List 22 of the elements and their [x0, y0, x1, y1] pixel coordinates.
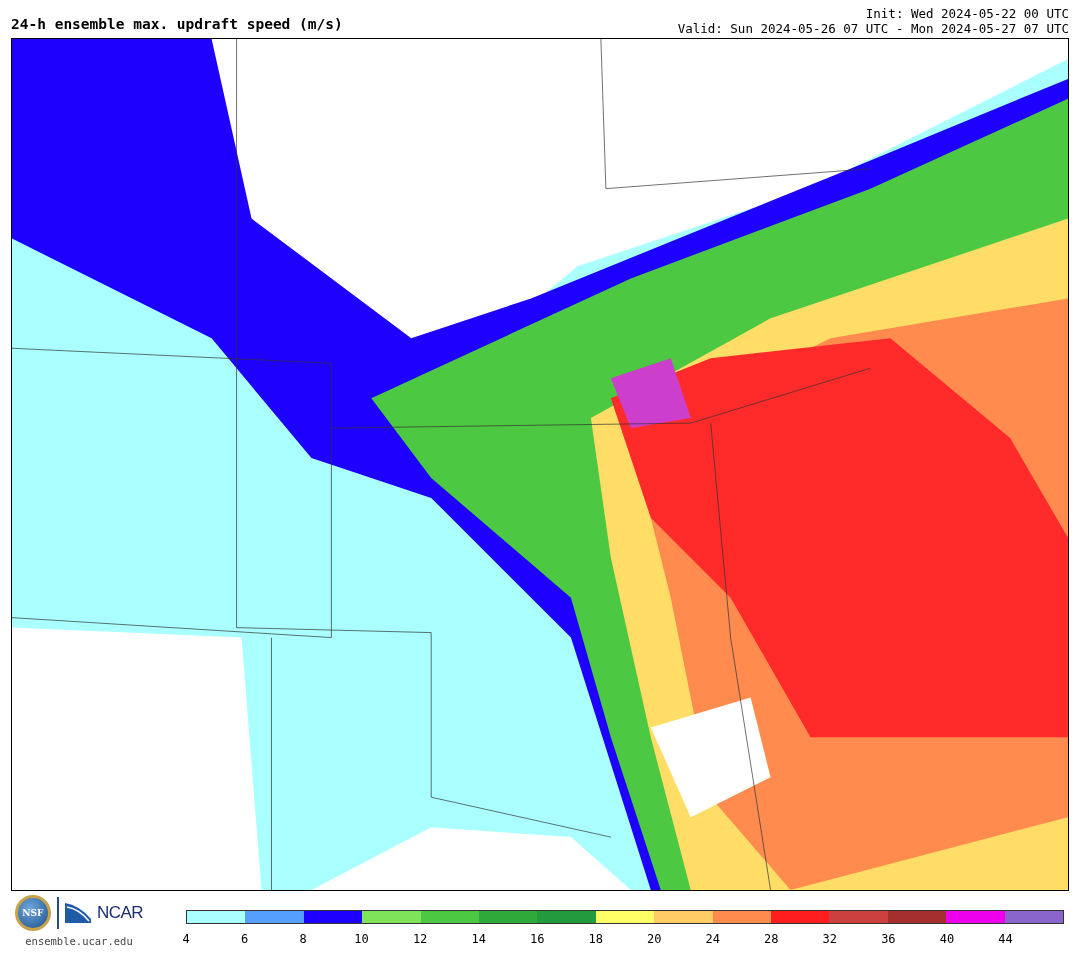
tick-label: 6 [240, 932, 249, 946]
nsf-logo: NSF [14, 895, 51, 931]
tick-label: 18 [588, 932, 603, 946]
tick-label: 24 [705, 932, 720, 946]
tick-label: 44 [998, 932, 1013, 946]
tick-label: 14 [471, 932, 486, 946]
tick-label: 4 [182, 932, 190, 946]
init-time: Init: Wed 2024-05-22 00 UTC [865, 6, 1069, 21]
tick-label: 32 [822, 932, 838, 946]
tick-label: 16 [529, 932, 545, 946]
tick-label: 28 [764, 932, 779, 946]
chart-title: 24-h ensemble max. updraft speed (m/s) [11, 16, 343, 34]
tick-label: 10 [354, 932, 369, 946]
logo-text: NCAR [96, 903, 144, 923]
site-url: ensemble.ucar.edu [25, 935, 133, 947]
valid-time: Valid: Sun 2024-05-26 07 UTC - Mon 2024-05-27 07 UTC [677, 21, 1069, 36]
tick-label: 8 [299, 932, 307, 946]
tick-label: 12 [412, 932, 428, 946]
tick-label: 40 [939, 932, 955, 946]
tick-label: 36 [881, 932, 896, 946]
ncar-logo-icon [64, 903, 91, 923]
tick-label: 20 [647, 932, 662, 946]
